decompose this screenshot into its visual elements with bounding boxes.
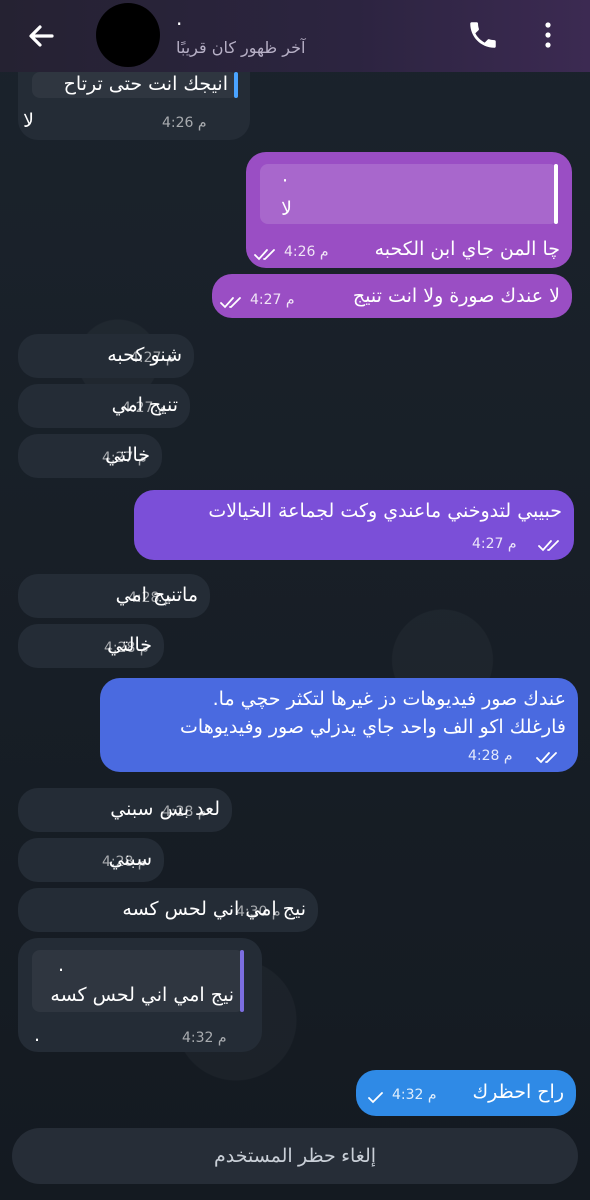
quote-title: . (57, 954, 64, 976)
message-time: 4:28 م (468, 748, 513, 764)
message-incoming[interactable]: نيج امي اني لحس كسه 4:30 م (18, 888, 318, 932)
double-check-icon (220, 295, 246, 309)
message-outgoing[interactable]: عندك صور فيديوهات دز غيرها لتكثر حچي ما.… (100, 678, 578, 772)
message-text-line-2: فارغلك اكو الف واحد جاي يدزلي صور وفيديو… (180, 716, 566, 738)
phone-call-icon[interactable] (466, 18, 500, 52)
message-incoming[interactable]: . نيج امي اني لحس كسه . 4:32 م (18, 938, 262, 1052)
message-time: 4:27 م (122, 400, 167, 416)
message-incoming[interactable]: خالتي 4:28 م (18, 624, 164, 668)
message-time: 4:28 م (128, 590, 173, 606)
message-time: 4:27 م (250, 292, 295, 308)
message-text: راح احظرك (472, 1081, 564, 1103)
message-time: 4:26 م (162, 115, 207, 131)
message-text: لا (23, 110, 34, 132)
message-text: حبيبي لتدوخني ماعندي وكت لجماعة الخيالات (208, 500, 562, 522)
double-check-icon (254, 247, 280, 261)
last-seen-status: آخر ظهور كان قريبًا (176, 38, 306, 57)
message-incoming[interactable]: سبني 4:28 م (18, 838, 164, 882)
message-outgoing[interactable]: حبيبي لتدوخني ماعندي وكت لجماعة الخيالات… (134, 490, 574, 560)
unblock-user-button[interactable]: إلغاء حظر المستخدم (12, 1128, 578, 1184)
message-outgoing[interactable]: · لا چا المن جاي ابن الكحبه 4:26 م (246, 152, 572, 268)
message-time: 4:30 م (236, 904, 281, 920)
message-outgoing[interactable]: لا عندك صورة ولا انت تنيج 4:27 م (212, 274, 572, 318)
message-incoming[interactable]: ماتنيج امي 4:28 م (18, 574, 210, 618)
double-check-icon (536, 750, 562, 764)
quote-text: نيج امي اني لحس كسه (50, 984, 234, 1006)
more-options-icon[interactable] (538, 18, 558, 52)
quote-text: لا (281, 198, 292, 220)
message-outgoing[interactable]: راح احظرك 4:32 م (356, 1070, 576, 1116)
message-time: 4:28 م (104, 640, 149, 656)
message-time: 4:32 م (392, 1087, 437, 1103)
contact-name[interactable]: · (176, 14, 182, 34)
message-time: 4:27 م (472, 536, 517, 552)
message-incoming[interactable]: تنيج امي 4:27 م (18, 384, 190, 428)
message-time: 4:27 م (130, 350, 175, 366)
message-text: لا عندك صورة ولا انت تنيج (352, 285, 560, 307)
message-incoming[interactable]: شنو كحبه 4:27 م (18, 334, 194, 378)
quote-text: انيجك انت حتى ترتاح (63, 73, 228, 95)
message-time: 4:26 م (284, 244, 329, 260)
quote-title: · (281, 170, 288, 192)
message-incoming[interactable]: لعد بس سبني 4:28 م (18, 788, 232, 832)
double-check-icon (538, 538, 564, 552)
chat-header: · آخر ظهور كان قريبًا (0, 0, 590, 72)
message-time: 4:28 م (102, 854, 147, 870)
message-time: 4:27 م (102, 450, 147, 466)
message-text-line-1: عندك صور فيديوهات دز غيرها لتكثر حچي ما. (212, 688, 566, 710)
check-icon (366, 1090, 392, 1104)
message-text: . (33, 1024, 40, 1046)
message-text: چا المن جاي ابن الكحبه (374, 238, 560, 260)
message-time: 4:28 م (162, 804, 207, 820)
message-time: 4:32 م (182, 1030, 227, 1046)
back-arrow-icon[interactable] (22, 16, 62, 56)
reply-quote[interactable] (260, 164, 558, 224)
message-incoming[interactable]: خالتي 4:27 م (18, 434, 162, 478)
avatar[interactable] (96, 3, 160, 67)
